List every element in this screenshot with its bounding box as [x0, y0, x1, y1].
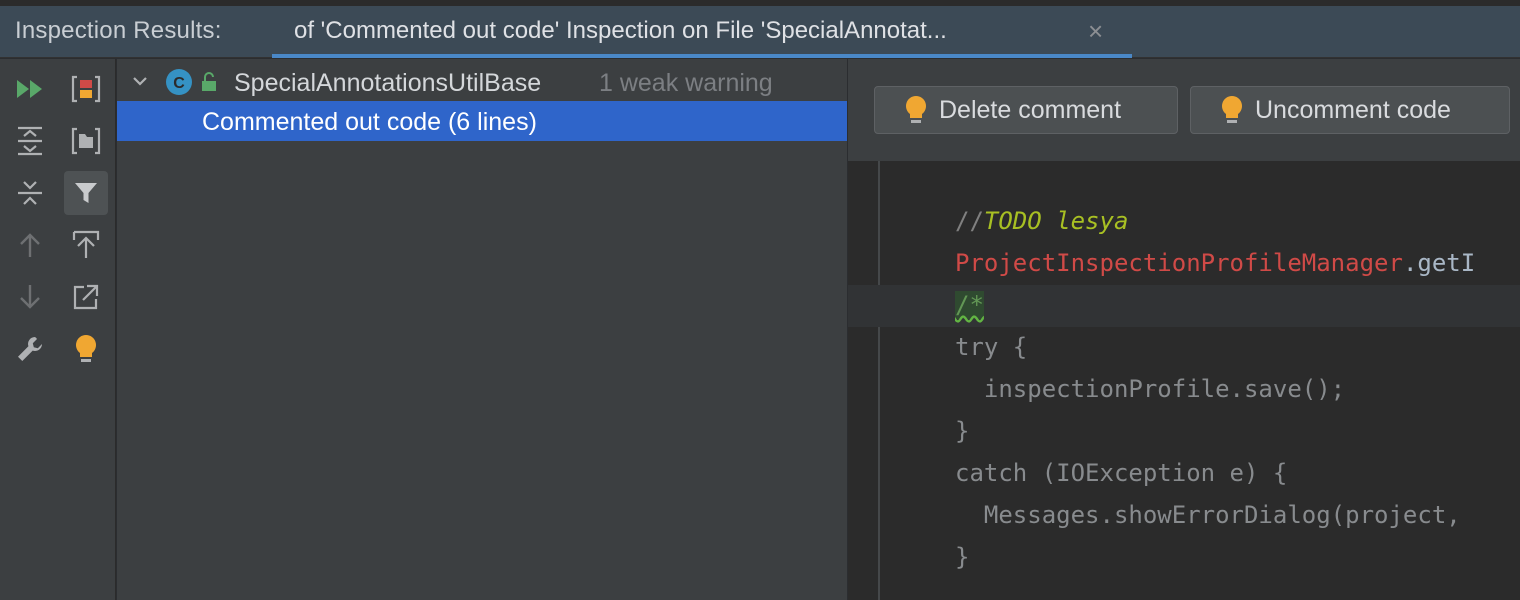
delete-comment-label: Delete comment — [939, 95, 1122, 124]
code-line-close-brace: } — [955, 543, 970, 571]
problem-preview-panel: Delete comment Uncomment code //TODO les… — [848, 59, 1520, 600]
code-line-try: try { — [955, 333, 1028, 361]
uncomment-code-button[interactable]: Uncomment code — [1190, 86, 1510, 134]
expand-all-icon[interactable] — [8, 119, 52, 163]
code-line-save: inspectionProfile.save(); — [955, 375, 1346, 403]
delete-comment-button[interactable]: Delete comment — [874, 86, 1178, 134]
tab-title: of 'Commented out code' Inspection on Fi… — [294, 17, 947, 44]
code-line-todo: //TODO lesya — [955, 205, 1128, 237]
quick-fix-bulb-icon[interactable] — [64, 327, 108, 371]
code-line-close-brace: } — [955, 417, 970, 445]
settings-wrench-icon[interactable] — [8, 327, 52, 371]
tab-inspection-results[interactable]: of 'Commented out code' Inspection on Fi… — [272, 6, 1132, 58]
chevron-down-icon[interactable] — [131, 72, 149, 95]
code-line-block-open: /* — [955, 289, 984, 321]
next-occurrence-icon[interactable] — [8, 275, 52, 319]
inspection-results-tree: C SpecialAnnotationsUtilBase 1 weak warn… — [117, 59, 847, 600]
unresolved-class: ProjectInspectionProfileManager — [955, 249, 1403, 277]
indent-guide — [878, 161, 880, 600]
code-preview-editor[interactable]: //TODO lesya ProjectInspectionProfileMan… — [848, 161, 1520, 600]
quick-fix-bar: Delete comment Uncomment code — [848, 59, 1520, 161]
file-node-problem-count: 1 weak warning — [599, 69, 773, 97]
comment-block-start: /* — [955, 291, 984, 319]
code-line-catch: catch (IOException e) { — [955, 459, 1288, 487]
filter-icon[interactable] — [64, 171, 108, 215]
rerun-icon[interactable] — [8, 67, 52, 111]
inspection-toolbar — [0, 59, 116, 600]
tool-window-header: Inspection Results: of 'Commented out co… — [0, 0, 1520, 58]
comment-prefix: // — [955, 207, 984, 235]
tool-window-title: Inspection Results: — [15, 17, 222, 44]
java-class-icon: C — [164, 67, 194, 97]
method-call: .getI — [1402, 249, 1476, 277]
code-line-manager: ProjectInspectionProfileManager.getI — [955, 247, 1475, 279]
group-by-directory-icon[interactable] — [64, 119, 108, 163]
problem-node-label: Commented out code (6 lines) — [202, 108, 537, 136]
uncomment-code-label: Uncomment code — [1255, 95, 1451, 124]
tree-file-node[interactable]: C SpecialAnnotationsUtilBase 1 weak warn… — [117, 62, 847, 102]
todo-text: TODO lesya — [983, 207, 1129, 235]
active-tab-underline — [272, 54, 1132, 58]
caret-line-highlight — [848, 285, 1520, 327]
autoscroll-to-source-icon[interactable] — [64, 275, 108, 319]
close-tab-icon[interactable]: × — [1088, 17, 1103, 45]
unlock-icon — [201, 72, 217, 97]
tree-problem-node[interactable]: Commented out code (6 lines) — [117, 101, 847, 141]
svg-text:C: C — [173, 75, 185, 92]
export-icon[interactable] — [64, 223, 108, 267]
previous-occurrence-icon[interactable] — [8, 223, 52, 267]
code-line-messages: Messages.showErrorDialog(project, — [955, 501, 1461, 529]
bulb-icon — [1221, 95, 1243, 125]
bulb-icon — [905, 95, 927, 125]
file-node-name: SpecialAnnotationsUtilBase — [234, 69, 542, 97]
group-by-severity-icon[interactable] — [64, 67, 108, 111]
collapse-all-icon[interactable] — [8, 171, 52, 215]
